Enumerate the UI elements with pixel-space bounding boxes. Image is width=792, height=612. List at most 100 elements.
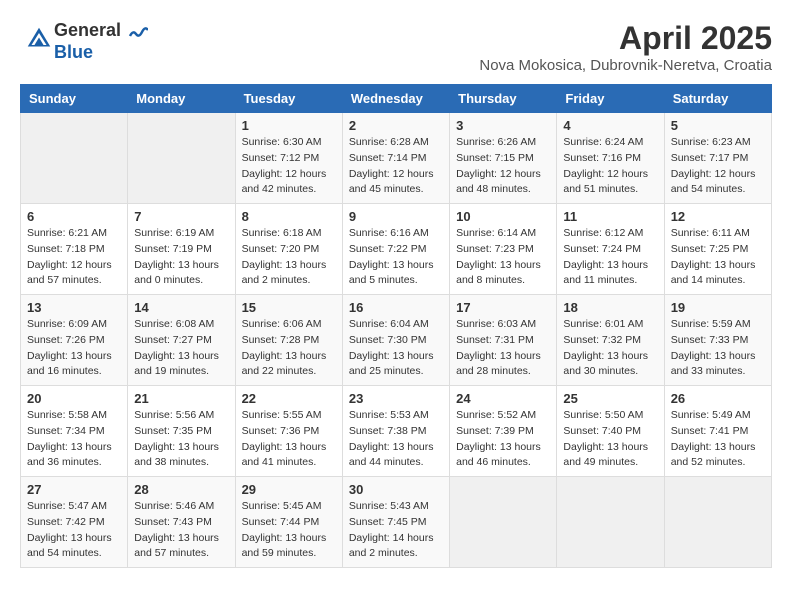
day-info: Sunrise: 5:59 AM Sunset: 7:33 PM Dayligh…	[671, 317, 765, 380]
day-number: 9	[349, 209, 443, 224]
calendar-day-cell: 10Sunrise: 6:14 AM Sunset: 7:23 PM Dayli…	[450, 204, 557, 295]
logo-wave-icon	[128, 22, 148, 42]
day-number: 29	[242, 482, 336, 497]
calendar-day-cell: 13 Sunrise: 6:09 AM Sunset: 7:26 PM Dayli…	[21, 295, 128, 386]
day-info: Sunrise: 6:26 AM Sunset: 7:15 PM Dayligh…	[456, 135, 550, 198]
calendar-day-cell: 29 Sunrise: 5:45 AM Sunset: 7:44 PM Dayli…	[235, 477, 342, 568]
calendar-table: SundayMondayTuesdayWednesdayThursdayFrid…	[20, 84, 772, 568]
day-info: Sunrise: 5:53 AM Sunset: 7:38 PM Dayligh…	[349, 408, 443, 471]
calendar-day-cell: 14 Sunrise: 6:08 AM Sunset: 7:27 PM Dayli…	[128, 295, 235, 386]
calendar-day-cell	[21, 113, 128, 204]
calendar-header-row: SundayMondayTuesdayWednesdayThursdayFrid…	[21, 85, 772, 113]
calendar-day-cell: 2 Sunrise: 6:28 AM Sunset: 7:14 PM Daylig…	[342, 113, 449, 204]
calendar-day-cell: 6Sunrise: 6:21 AM Sunset: 7:18 PM Daylig…	[21, 204, 128, 295]
day-info: Sunrise: 6:01 AM Sunset: 7:32 PM Dayligh…	[563, 317, 657, 380]
day-number: 14	[134, 300, 228, 315]
day-number: 21	[134, 391, 228, 406]
logo-text-blue: Blue	[54, 42, 148, 63]
calendar-day-cell: 20Sunrise: 5:58 AM Sunset: 7:34 PM Dayli…	[21, 386, 128, 477]
day-of-week-header: Friday	[557, 85, 664, 113]
day-info: Sunrise: 5:56 AM Sunset: 7:35 PM Dayligh…	[134, 408, 228, 471]
day-number: 13	[27, 300, 121, 315]
day-number: 16	[349, 300, 443, 315]
calendar-day-cell: 22 Sunrise: 5:55 AM Sunset: 7:36 PM Dayli…	[235, 386, 342, 477]
day-number: 12	[671, 209, 765, 224]
day-number: 11	[563, 209, 657, 224]
calendar-day-cell: 7Sunrise: 6:19 AM Sunset: 7:19 PM Daylig…	[128, 204, 235, 295]
day-info: Sunrise: 6:08 AM Sunset: 7:27 PM Dayligh…	[134, 317, 228, 380]
day-number: 28	[134, 482, 228, 497]
day-info: Sunrise: 6:23 AM Sunset: 7:17 PM Dayligh…	[671, 135, 765, 198]
calendar-week-row: 13 Sunrise: 6:09 AM Sunset: 7:26 PM Dayli…	[21, 295, 772, 386]
day-info: Sunrise: 5:58 AM Sunset: 7:34 PM Dayligh…	[27, 408, 121, 471]
day-info: Sunrise: 6:16 AM Sunset: 7:22 PM Dayligh…	[349, 226, 443, 289]
day-info: Sunrise: 5:55 AM Sunset: 7:36 PM Dayligh…	[242, 408, 336, 471]
day-number: 27	[27, 482, 121, 497]
day-info: Sunrise: 6:11 AM Sunset: 7:25 PM Dayligh…	[671, 226, 765, 289]
page-header: General Blue April 2025 Nova Mokosica, D…	[20, 20, 772, 74]
calendar-day-cell: 19 Sunrise: 5:59 AM Sunset: 7:33 PM Dayli…	[664, 295, 771, 386]
day-info: Sunrise: 6:30 AM Sunset: 7:12 PM Dayligh…	[242, 135, 336, 198]
logo-text-general: General	[54, 20, 121, 40]
day-of-week-header: Thursday	[450, 85, 557, 113]
calendar-day-cell: 11 Sunrise: 6:12 AM Sunset: 7:24 PM Dayli…	[557, 204, 664, 295]
day-number: 2	[349, 118, 443, 133]
day-number: 19	[671, 300, 765, 315]
day-of-week-header: Saturday	[664, 85, 771, 113]
calendar-day-cell	[664, 477, 771, 568]
day-info: Sunrise: 5:52 AM Sunset: 7:39 PM Dayligh…	[456, 408, 550, 471]
day-of-week-header: Monday	[128, 85, 235, 113]
calendar-week-row: 1 Sunrise: 6:30 AM Sunset: 7:12 PM Daylig…	[21, 113, 772, 204]
day-info: Sunrise: 5:46 AM Sunset: 7:43 PM Dayligh…	[134, 499, 228, 562]
calendar-day-cell	[128, 113, 235, 204]
calendar-day-cell	[450, 477, 557, 568]
day-info: Sunrise: 6:03 AM Sunset: 7:31 PM Dayligh…	[456, 317, 550, 380]
day-number: 22	[242, 391, 336, 406]
day-info: Sunrise: 6:04 AM Sunset: 7:30 PM Dayligh…	[349, 317, 443, 380]
day-info: Sunrise: 6:12 AM Sunset: 7:24 PM Dayligh…	[563, 226, 657, 289]
day-info: Sunrise: 6:28 AM Sunset: 7:14 PM Dayligh…	[349, 135, 443, 198]
calendar-day-cell: 17 Sunrise: 6:03 AM Sunset: 7:31 PM Dayli…	[450, 295, 557, 386]
day-number: 26	[671, 391, 765, 406]
day-info: Sunrise: 6:19 AM Sunset: 7:19 PM Dayligh…	[134, 226, 228, 289]
day-info: Sunrise: 5:50 AM Sunset: 7:40 PM Dayligh…	[563, 408, 657, 471]
calendar-day-cell: 12 Sunrise: 6:11 AM Sunset: 7:25 PM Dayli…	[664, 204, 771, 295]
day-number: 15	[242, 300, 336, 315]
day-of-week-header: Wednesday	[342, 85, 449, 113]
day-of-week-header: Tuesday	[235, 85, 342, 113]
day-number: 5	[671, 118, 765, 133]
day-info: Sunrise: 5:45 AM Sunset: 7:44 PM Dayligh…	[242, 499, 336, 562]
day-info: Sunrise: 6:09 AM Sunset: 7:26 PM Dayligh…	[27, 317, 121, 380]
day-number: 10	[456, 209, 550, 224]
day-info: Sunrise: 5:49 AM Sunset: 7:41 PM Dayligh…	[671, 408, 765, 471]
calendar-day-cell: 8 Sunrise: 6:18 AM Sunset: 7:20 PM Daylig…	[235, 204, 342, 295]
day-number: 1	[242, 118, 336, 133]
day-of-week-header: Sunday	[21, 85, 128, 113]
calendar-day-cell: 25 Sunrise: 5:50 AM Sunset: 7:40 PM Dayli…	[557, 386, 664, 477]
day-number: 24	[456, 391, 550, 406]
day-number: 25	[563, 391, 657, 406]
calendar-day-cell: 23 Sunrise: 5:53 AM Sunset: 7:38 PM Dayli…	[342, 386, 449, 477]
calendar-week-row: 27 Sunrise: 5:47 AM Sunset: 7:42 PM Dayli…	[21, 477, 772, 568]
day-number: 17	[456, 300, 550, 315]
day-number: 8	[242, 209, 336, 224]
calendar-week-row: 6Sunrise: 6:21 AM Sunset: 7:18 PM Daylig…	[21, 204, 772, 295]
calendar-day-cell: 24 Sunrise: 5:52 AM Sunset: 7:39 PM Dayli…	[450, 386, 557, 477]
calendar-day-cell: 15 Sunrise: 6:06 AM Sunset: 7:28 PM Dayli…	[235, 295, 342, 386]
location-subtitle: Nova Mokosica, Dubrovnik-Neretva, Croati…	[479, 57, 772, 74]
day-info: Sunrise: 5:47 AM Sunset: 7:42 PM Dayligh…	[27, 499, 121, 562]
day-info: Sunrise: 6:06 AM Sunset: 7:28 PM Dayligh…	[242, 317, 336, 380]
day-info: Sunrise: 6:24 AM Sunset: 7:16 PM Dayligh…	[563, 135, 657, 198]
month-year-title: April 2025	[479, 20, 772, 57]
day-number: 23	[349, 391, 443, 406]
day-number: 4	[563, 118, 657, 133]
calendar-day-cell: 28 Sunrise: 5:46 AM Sunset: 7:43 PM Dayli…	[128, 477, 235, 568]
calendar-day-cell: 18Sunrise: 6:01 AM Sunset: 7:32 PM Dayli…	[557, 295, 664, 386]
calendar-day-cell: 21 Sunrise: 5:56 AM Sunset: 7:35 PM Dayli…	[128, 386, 235, 477]
day-info: Sunrise: 6:18 AM Sunset: 7:20 PM Dayligh…	[242, 226, 336, 289]
calendar-day-cell: 16 Sunrise: 6:04 AM Sunset: 7:30 PM Dayli…	[342, 295, 449, 386]
logo-icon	[24, 24, 54, 54]
calendar-day-cell: 30Sunrise: 5:43 AM Sunset: 7:45 PM Dayli…	[342, 477, 449, 568]
calendar-day-cell: 1 Sunrise: 6:30 AM Sunset: 7:12 PM Daylig…	[235, 113, 342, 204]
logo: General Blue	[20, 20, 148, 63]
